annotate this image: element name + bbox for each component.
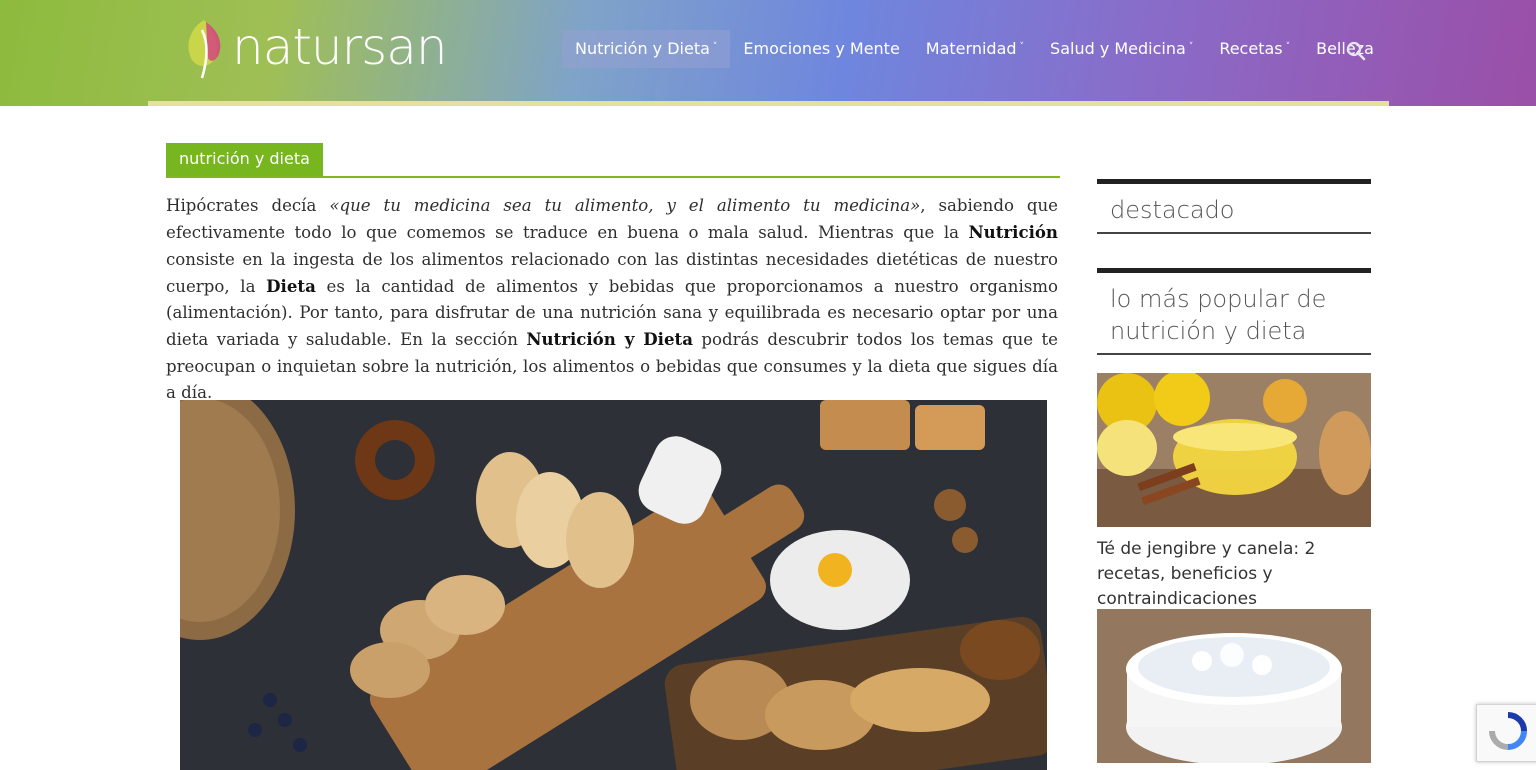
sidebar-featured-block: destacado [1097, 179, 1371, 234]
recaptcha-badge[interactable] [1476, 704, 1536, 762]
salt-bowl-image [1097, 609, 1371, 763]
bread-illustration [180, 400, 1047, 770]
intro-quote: «que tu medicina sea tu alimento, y el a… [329, 196, 921, 215]
nav-item-label: Recetas [1219, 39, 1283, 58]
leaf-logo-icon [188, 20, 221, 79]
category-header: nutrición y dieta [166, 143, 1060, 178]
hero-image-bread [180, 400, 1047, 770]
site-logo[interactable]: natursan [184, 16, 448, 86]
post-title-ginger-tea[interactable]: Té de jengibre y canela: 2 recetas, bene… [1097, 537, 1377, 612]
intro-text: Hipócrates decía [166, 196, 330, 215]
nav-item-label: Emociones y Mente [743, 39, 900, 58]
intro-bold-nutricion: Nutrición [968, 222, 1058, 243]
intro-paragraph: Hipócrates decía «que tu medicina sea tu… [166, 193, 1058, 406]
post-thumbnail-ginger-tea[interactable] [1097, 373, 1371, 527]
ginger-tea-image [1097, 373, 1371, 527]
main-nav: Nutrición y Dieta ˅ Emociones y Mente Mat… [562, 30, 1387, 68]
nav-item-label: Nutrición y Dieta [575, 39, 710, 58]
caret-down-icon: ˅ [1019, 42, 1025, 52]
nav-item-emociones-mente[interactable]: Emociones y Mente [730, 30, 912, 68]
caret-down-icon: ˅ [1285, 42, 1291, 52]
nav-item-salud-medicina[interactable]: Salud y Medicina ˅ [1037, 30, 1206, 68]
site-header: natursan Nutrición y Dieta ˅ Emociones y … [0, 0, 1536, 106]
sidebar-popular-title: lo más popular de nutrición y dieta [1110, 285, 1327, 345]
sidebar-featured-title: destacado [1110, 196, 1235, 224]
recaptcha-icon [1489, 712, 1527, 750]
search-icon[interactable] [1345, 40, 1367, 62]
caret-down-icon: ˅ [712, 42, 718, 52]
logo-wordmark: natursan [232, 18, 448, 76]
nav-item-maternidad[interactable]: Maternidad ˅ [913, 30, 1037, 68]
sidebar-popular-block: lo más popular de nutrición y dieta [1097, 268, 1371, 355]
intro-bold-dieta: Dieta [266, 275, 316, 296]
category-label: nutrición y dieta [166, 143, 323, 176]
nav-item-label: Salud y Medicina [1050, 39, 1186, 58]
intro-bold-section: Nutrición y Dieta [526, 329, 693, 350]
nav-item-nutricion-dieta[interactable]: Nutrición y Dieta ˅ [562, 30, 731, 68]
post-thumbnail-salt-bowl[interactable] [1097, 609, 1371, 763]
nav-item-label: Maternidad [925, 39, 1017, 58]
header-underline [148, 101, 1389, 106]
caret-down-icon: ˅ [1188, 42, 1194, 52]
nav-item-recetas[interactable]: Recetas ˅ [1206, 30, 1303, 68]
